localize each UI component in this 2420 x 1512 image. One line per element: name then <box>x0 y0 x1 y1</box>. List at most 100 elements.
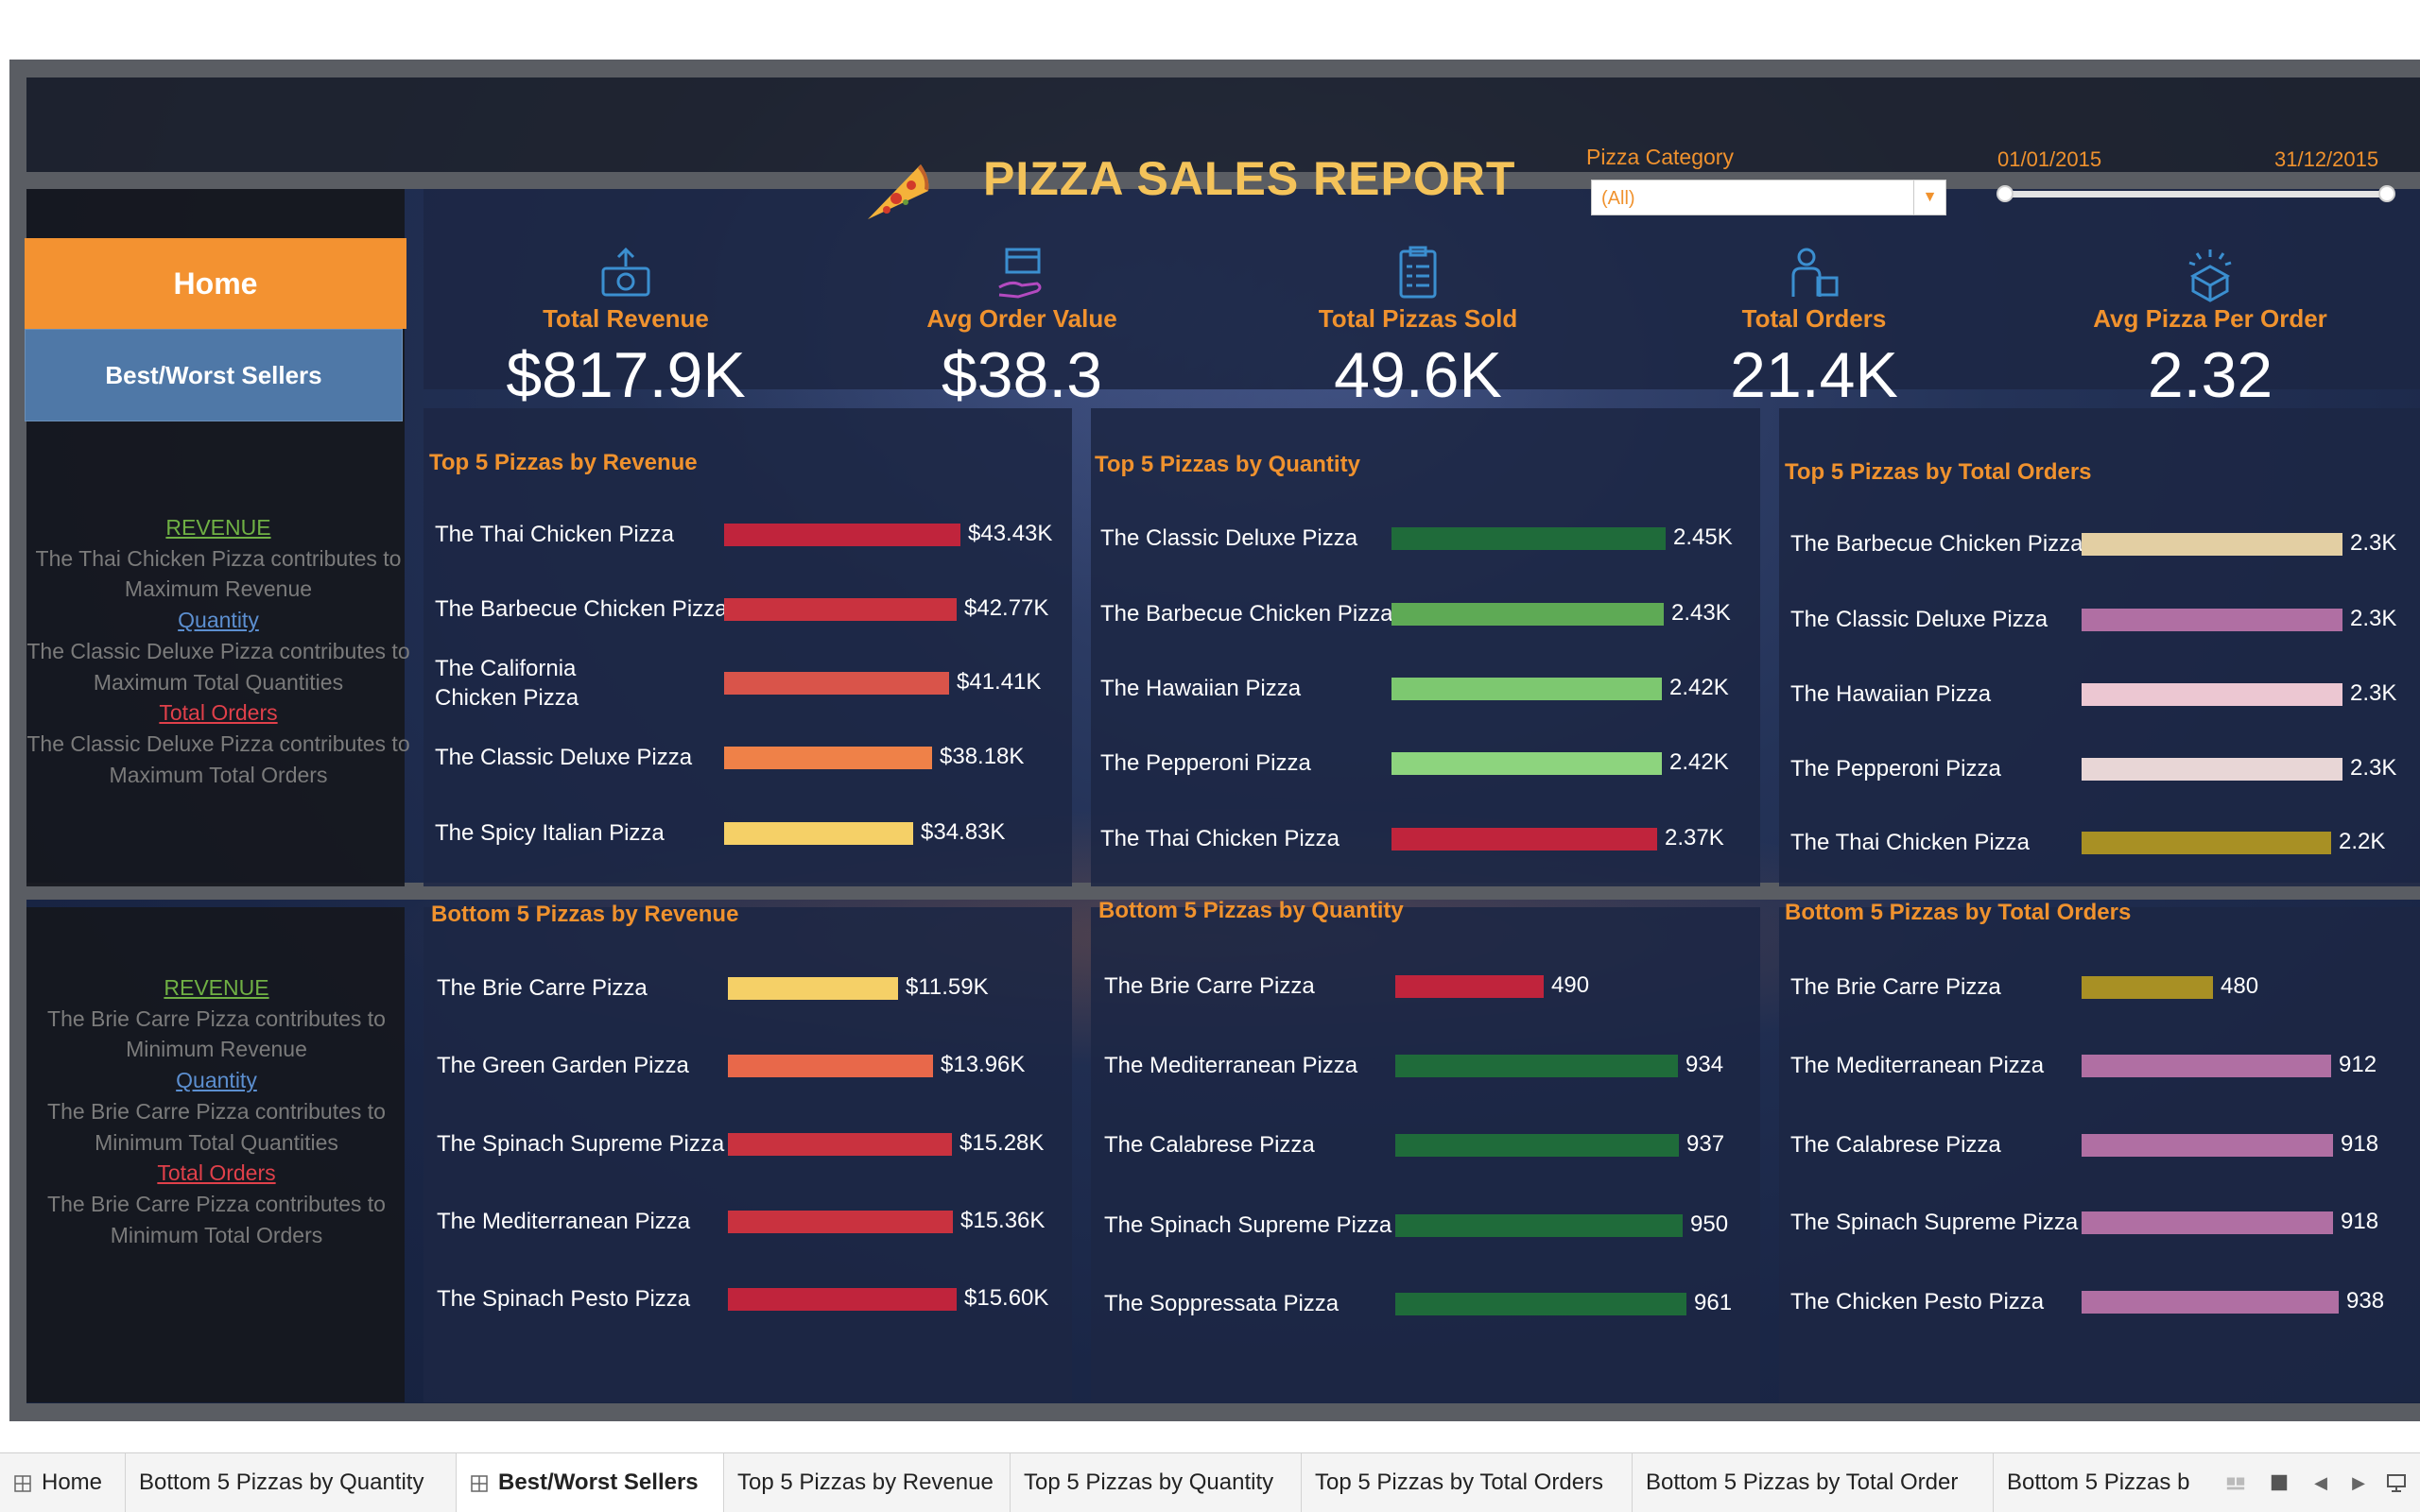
category-filter-label: Pizza Category <box>1586 145 1734 169</box>
bar-category-label: The Brie Carre Pizza <box>437 975 648 1001</box>
date-range-slider[interactable] <box>2004 191 2388 198</box>
insight-revenue-heading[interactable]: REVENUE <box>23 972 410 1004</box>
bar[interactable] <box>2082 832 2331 854</box>
bar-value-label: 2.3K <box>2350 755 2397 781</box>
bar[interactable] <box>1395 1055 1678 1077</box>
bar[interactable] <box>1395 1134 1679 1157</box>
bar[interactable] <box>728 1288 957 1311</box>
bar[interactable] <box>1392 603 1664 626</box>
bar-category-label: The Spicy Italian Pizza <box>435 820 665 846</box>
delivery-icon <box>1791 248 1839 297</box>
insights-top: REVENUE The Thai Chicken Pizza contribut… <box>25 512 412 790</box>
bar[interactable] <box>1395 975 1544 998</box>
bar[interactable] <box>728 977 898 1000</box>
tab-label: Bottom 5 Pizzas b <box>2007 1469 2190 1495</box>
bar[interactable] <box>1392 828 1657 850</box>
bar-value-label: 2.37K <box>1665 825 1724 850</box>
kpi-value: $817.9K <box>506 339 746 411</box>
bar-category-label: The Calabrese Pizza <box>1790 1132 2001 1158</box>
bar[interactable] <box>1392 752 1662 775</box>
bar-value-label: 490 <box>1551 972 1590 998</box>
bar-category-label: The Barbecue Chicken Pizza <box>1790 531 2083 557</box>
category-filter-dropdown[interactable]: (All) ▼ <box>1591 180 1946 215</box>
insight-orders-heading[interactable]: Total Orders <box>25 697 412 729</box>
box-hand-icon <box>998 248 1042 299</box>
tab-best-worst-sellers[interactable]: Best/Worst Sellers <box>457 1453 724 1512</box>
tab-bottom5-quantity[interactable]: Bottom 5 Pizzas by Quantity <box>126 1453 457 1512</box>
bar[interactable] <box>1392 678 1662 700</box>
bar[interactable] <box>2082 1134 2333 1157</box>
bar[interactable] <box>2082 758 2342 781</box>
page-title: PIZZA SALES REPORT <box>983 152 1516 205</box>
bar[interactable] <box>2082 609 2342 631</box>
presentation-icon[interactable] <box>2382 1469 2411 1497</box>
scroll-left-icon[interactable]: ◀ <box>2307 1469 2335 1497</box>
bar-category-label: The Classic Deluxe Pizza <box>1790 607 2048 632</box>
kpi-label: Avg Pizza Per Order <box>2093 304 2327 333</box>
tab-label: Home <box>42 1469 103 1495</box>
bar-category-label: The Spinach Supreme Pizza <box>1790 1210 2079 1235</box>
bar[interactable] <box>2082 1055 2331 1077</box>
bar[interactable] <box>2082 1211 2333 1234</box>
insight-orders-heading[interactable]: Total Orders <box>23 1158 410 1189</box>
kpi-value: $38.3 <box>941 339 1103 411</box>
bar-category-label: The Chicken Pesto Pizza <box>1790 1289 2045 1314</box>
tab-bottom5-orders[interactable]: Bottom 5 Pizzas by Total Order <box>1633 1453 1994 1512</box>
grid-icon <box>470 1473 489 1492</box>
insight-quantity-heading[interactable]: Quantity <box>23 1065 410 1096</box>
bar[interactable] <box>1392 527 1666 550</box>
date-slider-end-handle[interactable] <box>2378 185 2395 202</box>
insight-revenue-text: The Brie Carre Pizza contributes to Mini… <box>47 1005 386 1062</box>
scroll-right-icon[interactable]: ▶ <box>2344 1469 2373 1497</box>
best-worst-sellers-button[interactable]: Best/Worst Sellers <box>25 329 403 421</box>
bar[interactable] <box>724 822 913 845</box>
bar[interactable] <box>728 1055 933 1077</box>
bar-category-label: The Calabrese Pizza <box>1104 1132 1315 1158</box>
bar-value-label: 2.45K <box>1673 524 1733 550</box>
filmstrip-view-icon[interactable] <box>2221 1469 2250 1497</box>
money-icon <box>601 247 650 297</box>
tab-bottom5-more[interactable]: Bottom 5 Pizzas b <box>1994 1453 2197 1512</box>
tab-top5-revenue[interactable]: Top 5 Pizzas by Revenue <box>724 1453 1011 1512</box>
home-button[interactable]: Home <box>25 238 406 329</box>
bar[interactable] <box>2082 683 2342 706</box>
bar-value-label: 961 <box>1694 1290 1733 1315</box>
sheet-tab-bar: Home Bottom 5 Pizzas by Quantity Best/Wo… <box>0 1452 2420 1512</box>
bar[interactable] <box>2082 533 2342 556</box>
bar-category-label: The Mediterranean Pizza <box>437 1209 691 1234</box>
kpi-value: 2.32 <box>2147 339 2273 411</box>
date-slider-start-handle[interactable] <box>1996 185 2014 202</box>
bar-value-label: 938 <box>2346 1288 2385 1314</box>
bar-value-label: 912 <box>2339 1052 2377 1077</box>
kpi-label: Total Orders <box>1741 304 1887 333</box>
bar-category-label: The Hawaiian Pizza <box>1100 676 1302 701</box>
bar[interactable] <box>2082 976 2213 999</box>
bar[interactable] <box>1395 1293 1686 1315</box>
bar[interactable] <box>728 1133 952 1156</box>
bar[interactable] <box>724 598 957 621</box>
single-view-icon[interactable] <box>2265 1469 2293 1497</box>
bar[interactable] <box>1395 1214 1683 1237</box>
bar[interactable] <box>728 1211 953 1233</box>
bar-value-label: $15.60K <box>964 1285 1049 1311</box>
tab-top5-orders[interactable]: Top 5 Pizzas by Total Orders <box>1302 1453 1633 1512</box>
pizza-icon <box>868 164 929 219</box>
tab-label: Top 5 Pizzas by Revenue <box>737 1469 994 1495</box>
chevron-down-icon[interactable]: ▼ <box>1913 180 1945 215</box>
bar-category-label: The Spinach Supreme Pizza <box>437 1131 725 1157</box>
bar[interactable] <box>724 747 932 769</box>
tab-home[interactable]: Home <box>0 1453 126 1512</box>
bar[interactable] <box>724 672 949 695</box>
bar[interactable] <box>724 524 960 546</box>
insight-quantity-heading[interactable]: Quantity <box>25 605 412 636</box>
tab-label: Top 5 Pizzas by Total Orders <box>1315 1469 1604 1495</box>
bar-category-label: The Brie Carre Pizza <box>1790 974 2001 1000</box>
insight-revenue-heading[interactable]: REVENUE <box>25 512 412 543</box>
tab-label: Best/Worst Sellers <box>498 1469 699 1495</box>
bar-value-label: 2.2K <box>2339 829 2386 854</box>
bar[interactable] <box>2082 1291 2339 1314</box>
bar-category-label: The Barbecue Chicken Pizza <box>1100 601 1393 627</box>
tab-top5-quantity[interactable]: Top 5 Pizzas by Quantity <box>1011 1453 1302 1512</box>
bar-value-label: 918 <box>2341 1209 2379 1234</box>
bar-value-label: $38.18K <box>940 744 1025 769</box>
